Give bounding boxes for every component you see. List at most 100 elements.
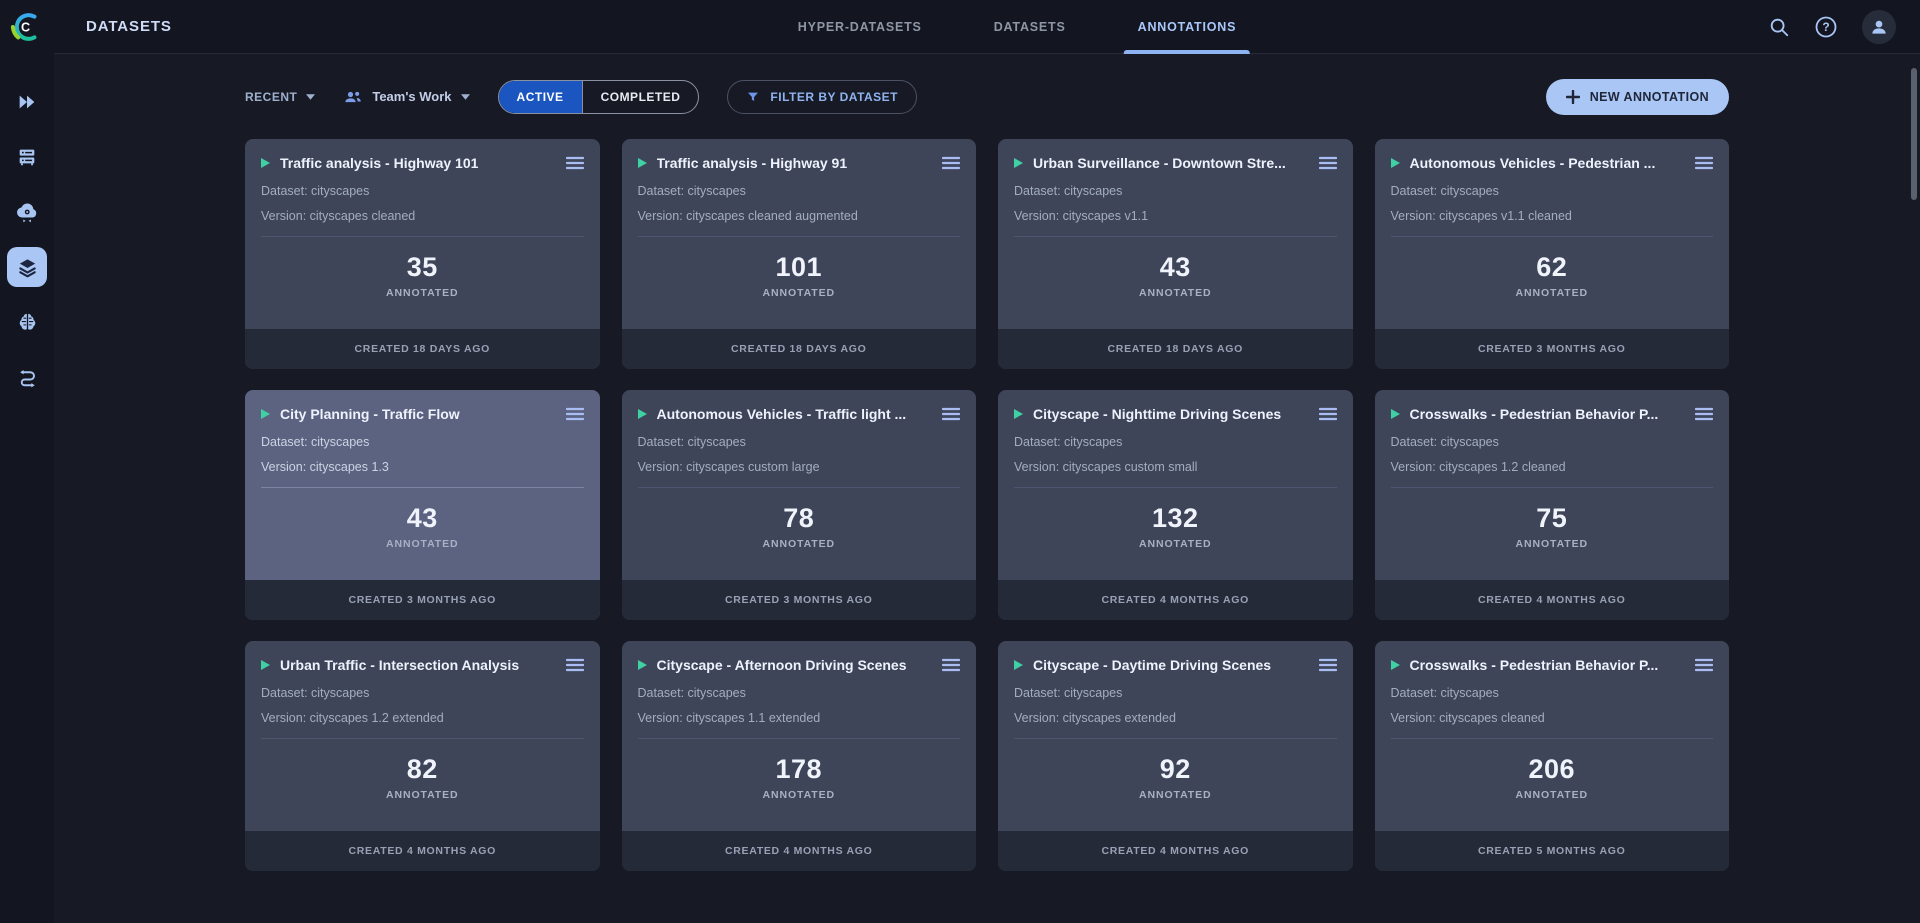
sidebar-item-models[interactable] (7, 302, 47, 342)
datasets-layers-icon (16, 256, 39, 279)
card-dataset-line: Dataset: cityscapes (622, 435, 977, 449)
card-menu-button[interactable] (566, 658, 584, 672)
play-icon (261, 409, 270, 419)
card-version-line: Version: cityscapes cleaned (245, 209, 600, 223)
annotated-count: 75 (1375, 503, 1730, 534)
card-header: Crosswalks - Pedestrian Behavior P... (1375, 390, 1730, 422)
annotated-count: 78 (622, 503, 977, 534)
card-created-footer: CREATED 4 MONTHS AGO (998, 831, 1353, 871)
sidebar-item-datasets[interactable] (7, 247, 47, 287)
card-version-line: Version: cityscapes 1.2 cleaned (1375, 460, 1730, 474)
annotated-count: 43 (245, 503, 600, 534)
play-icon (261, 660, 270, 670)
chevron-down-icon (306, 94, 315, 100)
card-header: Urban Traffic - Intersection Analysis (245, 641, 600, 673)
tab-annotations[interactable]: ANNOTATIONS (1124, 0, 1251, 54)
card-version-line: Version: cityscapes 1.1 extended (622, 711, 977, 725)
card-menu-button[interactable] (1695, 156, 1713, 170)
annotation-card[interactable]: Traffic analysis - Highway 91 Dataset: c… (622, 139, 977, 369)
sidebar-item-projects[interactable] (7, 82, 47, 122)
annotation-card[interactable]: City Planning - Traffic Flow Dataset: ci… (245, 390, 600, 620)
card-menu-button[interactable] (1695, 658, 1713, 672)
menu-bars-icon (1319, 658, 1337, 672)
card-header: Traffic analysis - Highway 91 (622, 139, 977, 171)
card-title: Traffic analysis - Highway 101 (280, 155, 556, 171)
annotation-card[interactable]: Autonomous Vehicles - Pedestrian ... Dat… (1375, 139, 1730, 369)
card-title: Crosswalks - Pedestrian Behavior P... (1410, 657, 1686, 673)
card-menu-button[interactable] (1319, 658, 1337, 672)
clearml-logo[interactable]: C (0, 0, 54, 54)
annotated-label: ANNOTATED (622, 789, 977, 801)
card-dataset-line: Dataset: cityscapes (998, 184, 1353, 198)
card-dataset-line: Dataset: cityscapes (245, 435, 600, 449)
menu-bars-icon (1695, 156, 1713, 170)
menu-bars-icon (566, 407, 584, 421)
annotated-label: ANNOTATED (622, 287, 977, 299)
card-created-footer: CREATED 3 MONTHS AGO (245, 580, 600, 620)
new-annotation-button[interactable]: NEW ANNOTATION (1546, 79, 1729, 115)
card-menu-button[interactable] (1319, 156, 1337, 170)
annotation-card[interactable]: Autonomous Vehicles - Traffic light ... … (622, 390, 977, 620)
card-header: Autonomous Vehicles - Pedestrian ... (1375, 139, 1730, 171)
tab-datasets[interactable]: DATASETS (980, 0, 1080, 54)
card-divider (261, 236, 584, 237)
card-header: City Planning - Traffic Flow (245, 390, 600, 422)
card-title: Cityscape - Afternoon Driving Scenes (657, 657, 933, 673)
card-created-footer: CREATED 5 MONTHS AGO (1375, 831, 1730, 871)
card-version-line: Version: cityscapes cleaned (1375, 711, 1730, 725)
search-button[interactable] (1768, 16, 1790, 38)
help-button[interactable]: ? (1814, 15, 1838, 39)
card-menu-button[interactable] (942, 658, 960, 672)
annotation-card[interactable]: Traffic analysis - Highway 101 Dataset: … (245, 139, 600, 369)
topbar-actions: ? (1768, 10, 1896, 44)
annotation-card[interactable]: Urban Surveillance - Downtown Stre... Da… (998, 139, 1353, 369)
card-created-footer: CREATED 18 DAYS AGO (245, 329, 600, 369)
chevron-down-icon (461, 94, 470, 100)
tab-hyper-datasets[interactable]: HYPER-DATASETS (784, 0, 936, 54)
annotation-card[interactable]: Cityscape - Afternoon Driving Scenes Dat… (622, 641, 977, 871)
annotated-label: ANNOTATED (998, 538, 1353, 550)
annotation-card[interactable]: Urban Traffic - Intersection Analysis Da… (245, 641, 600, 871)
card-menu-button[interactable] (566, 407, 584, 421)
user-icon (1869, 17, 1889, 37)
vertical-scrollbar[interactable] (1911, 68, 1917, 200)
card-dataset-line: Dataset: cityscapes (1375, 686, 1730, 700)
card-dataset-line: Dataset: cityscapes (998, 686, 1353, 700)
card-menu-button[interactable] (942, 407, 960, 421)
sidebar-item-pipelines[interactable] (7, 357, 47, 397)
card-menu-button[interactable] (1319, 407, 1337, 421)
card-header: Autonomous Vehicles - Traffic light ... (622, 390, 977, 422)
search-icon (1768, 16, 1790, 38)
annotated-count: 178 (622, 754, 977, 785)
card-divider (1014, 236, 1337, 237)
team-scope-dropdown[interactable]: Team's Work (343, 87, 469, 107)
card-created-footer: CREATED 4 MONTHS AGO (998, 580, 1353, 620)
annotation-card[interactable]: Crosswalks - Pedestrian Behavior P... Da… (1375, 390, 1730, 620)
sidebar-item-workers-queues[interactable] (7, 137, 47, 177)
annotation-card[interactable]: Crosswalks - Pedestrian Behavior P... Da… (1375, 641, 1730, 871)
card-version-line: Version: cityscapes custom large (622, 460, 977, 474)
cloud-apps-icon (15, 200, 39, 224)
card-dataset-line: Dataset: cityscapes (622, 184, 977, 198)
card-title: Urban Surveillance - Downtown Stre... (1033, 155, 1309, 171)
card-version-line: Version: cityscapes v1.1 cleaned (1375, 209, 1730, 223)
card-menu-button[interactable] (942, 156, 960, 170)
status-toggle-active[interactable]: ACTIVE (499, 81, 582, 113)
sort-dropdown[interactable]: RECENT (245, 90, 315, 104)
play-icon (638, 158, 647, 168)
card-version-line: Version: cityscapes v1.1 (998, 209, 1353, 223)
annotation-card[interactable]: Cityscape - Nighttime Driving Scenes Dat… (998, 390, 1353, 620)
user-avatar[interactable] (1862, 10, 1896, 44)
annotation-card[interactable]: Cityscape - Daytime Driving Scenes Datas… (998, 641, 1353, 871)
card-divider (1391, 236, 1714, 237)
card-title: Traffic analysis - Highway 91 (657, 155, 933, 171)
menu-bars-icon (942, 407, 960, 421)
content-area: RECENT Team's Work (54, 54, 1920, 923)
card-menu-button[interactable] (566, 156, 584, 170)
sidebar-item-cloud-apps[interactable] (7, 192, 47, 232)
card-menu-button[interactable] (1695, 407, 1713, 421)
filter-by-dataset-button[interactable]: FILTER BY DATASET (727, 80, 917, 114)
status-toggle-completed[interactable]: COMPLETED (582, 81, 699, 113)
annotated-count: 43 (998, 252, 1353, 283)
svg-text:C: C (21, 20, 30, 34)
